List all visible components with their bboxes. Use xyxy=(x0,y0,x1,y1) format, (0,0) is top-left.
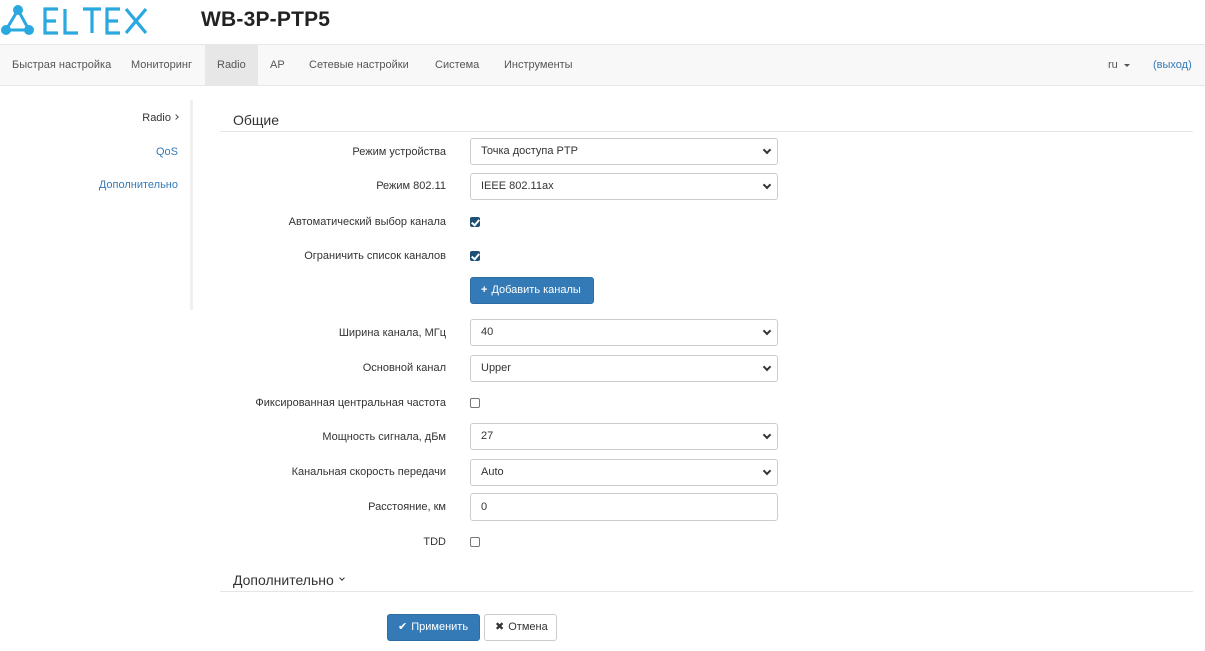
tdd-checkbox[interactable] xyxy=(470,537,480,547)
nav-system[interactable]: Система xyxy=(423,45,491,85)
signal-power-select[interactable]: 27 xyxy=(470,423,778,450)
eltex-logo[interactable] xyxy=(0,4,152,38)
button-label: Добавить каналы xyxy=(491,284,581,296)
auto-channel-checkbox[interactable] xyxy=(470,217,480,227)
section-title: Дополнительно xyxy=(233,572,334,588)
nav-ap[interactable]: AP xyxy=(258,45,297,85)
nav-tools[interactable]: Инструменты xyxy=(492,45,585,85)
sidebar: Radio QoS Дополнительно xyxy=(0,100,193,310)
chevron-down-icon xyxy=(762,466,772,476)
auto-channel-label: Автоматический выбор канала xyxy=(288,216,446,228)
mode-80211-select[interactable]: IEEE 802.11ax xyxy=(470,173,778,200)
language-label: ru xyxy=(1108,59,1118,71)
channel-width-select[interactable]: 40 xyxy=(470,319,778,346)
chevron-down-icon xyxy=(762,180,772,190)
top-navbar: Быстрая настройка Мониторинг Radio AP Се… xyxy=(0,44,1205,86)
select-value: 27 xyxy=(481,430,494,442)
nav-quick-setup[interactable]: Быстрая настройка xyxy=(0,45,123,85)
check-icon: ✔ xyxy=(398,621,408,633)
select-value: IEEE 802.11ax xyxy=(481,180,554,192)
advanced-toggle[interactable]: Дополнительно xyxy=(233,572,345,588)
limit-channels-label: Ограничить список каналов xyxy=(304,250,446,262)
caret-down-icon xyxy=(1123,63,1130,67)
distance-label: Расстояние, км xyxy=(368,501,446,513)
distance-input[interactable]: 0 xyxy=(470,493,778,521)
mode-80211-label: Режим 802.11 xyxy=(376,180,446,192)
section-title: Общие xyxy=(233,112,280,128)
channel-width-label: Ширина канала, МГц xyxy=(338,327,446,339)
x-icon: ✖ xyxy=(495,621,505,633)
plus-icon: + xyxy=(481,284,488,296)
signal-power-label: Мощность сигнала, дБм xyxy=(322,431,446,443)
sidebar-item-label: Radio xyxy=(142,112,171,124)
nav-radio[interactable]: Radio xyxy=(205,45,258,85)
device-title: WB-3P-PTP5 xyxy=(201,8,331,31)
input-value: 0 xyxy=(481,501,488,513)
sidebar-item-radio[interactable]: Radio xyxy=(142,112,179,124)
device-mode-select[interactable]: Точка доступа PTP xyxy=(470,138,778,165)
primary-channel-select[interactable]: Upper xyxy=(470,355,778,382)
chevron-down-icon xyxy=(762,145,772,155)
select-value: Upper xyxy=(481,362,511,374)
logo-mark xyxy=(1,5,148,35)
chevron-down-icon xyxy=(762,326,772,336)
button-label: Применить xyxy=(411,621,469,633)
select-value: 40 xyxy=(481,326,494,338)
chevron-down-icon xyxy=(762,430,772,440)
device-mode-label: Режим устройства xyxy=(352,146,446,158)
sidebar-item-advanced[interactable]: Дополнительно xyxy=(99,179,178,191)
fixed-center-freq-checkbox[interactable] xyxy=(470,398,480,408)
chevron-down-icon xyxy=(762,362,772,372)
tdd-label: TDD xyxy=(423,536,446,548)
chevron-down-icon xyxy=(338,575,345,582)
channel-rate-label: Канальная скорость передачи xyxy=(291,466,446,478)
nav-monitoring[interactable]: Мониторинг xyxy=(119,45,204,85)
cancel-button[interactable]: ✖ Отмена xyxy=(484,614,557,641)
sidebar-item-qos[interactable]: QoS xyxy=(156,146,178,158)
chevron-right-icon xyxy=(173,114,179,120)
logout-link[interactable]: (выход) xyxy=(1141,45,1204,85)
primary-channel-label: Основной канал xyxy=(362,362,446,374)
apply-button[interactable]: ✔ Применить xyxy=(387,614,480,641)
channel-rate-select[interactable]: Auto xyxy=(470,459,778,486)
fixed-center-freq-label: Фиксированная центральная частота xyxy=(255,397,446,409)
limit-channels-checkbox[interactable] xyxy=(470,251,480,261)
add-channels-button[interactable]: + Добавить каналы xyxy=(470,277,594,304)
select-value: Auto xyxy=(481,466,504,478)
header: WB-3P-PTP5 xyxy=(0,0,1205,44)
select-value: Точка доступа PTP xyxy=(481,145,578,157)
language-dropdown[interactable]: ru xyxy=(1096,45,1142,85)
nav-network-settings[interactable]: Сетевые настройки xyxy=(297,45,421,85)
general-section-header: Общие xyxy=(220,106,1193,132)
advanced-section-header[interactable]: Дополнительно xyxy=(220,566,1193,592)
button-label: Отмена xyxy=(508,621,548,633)
